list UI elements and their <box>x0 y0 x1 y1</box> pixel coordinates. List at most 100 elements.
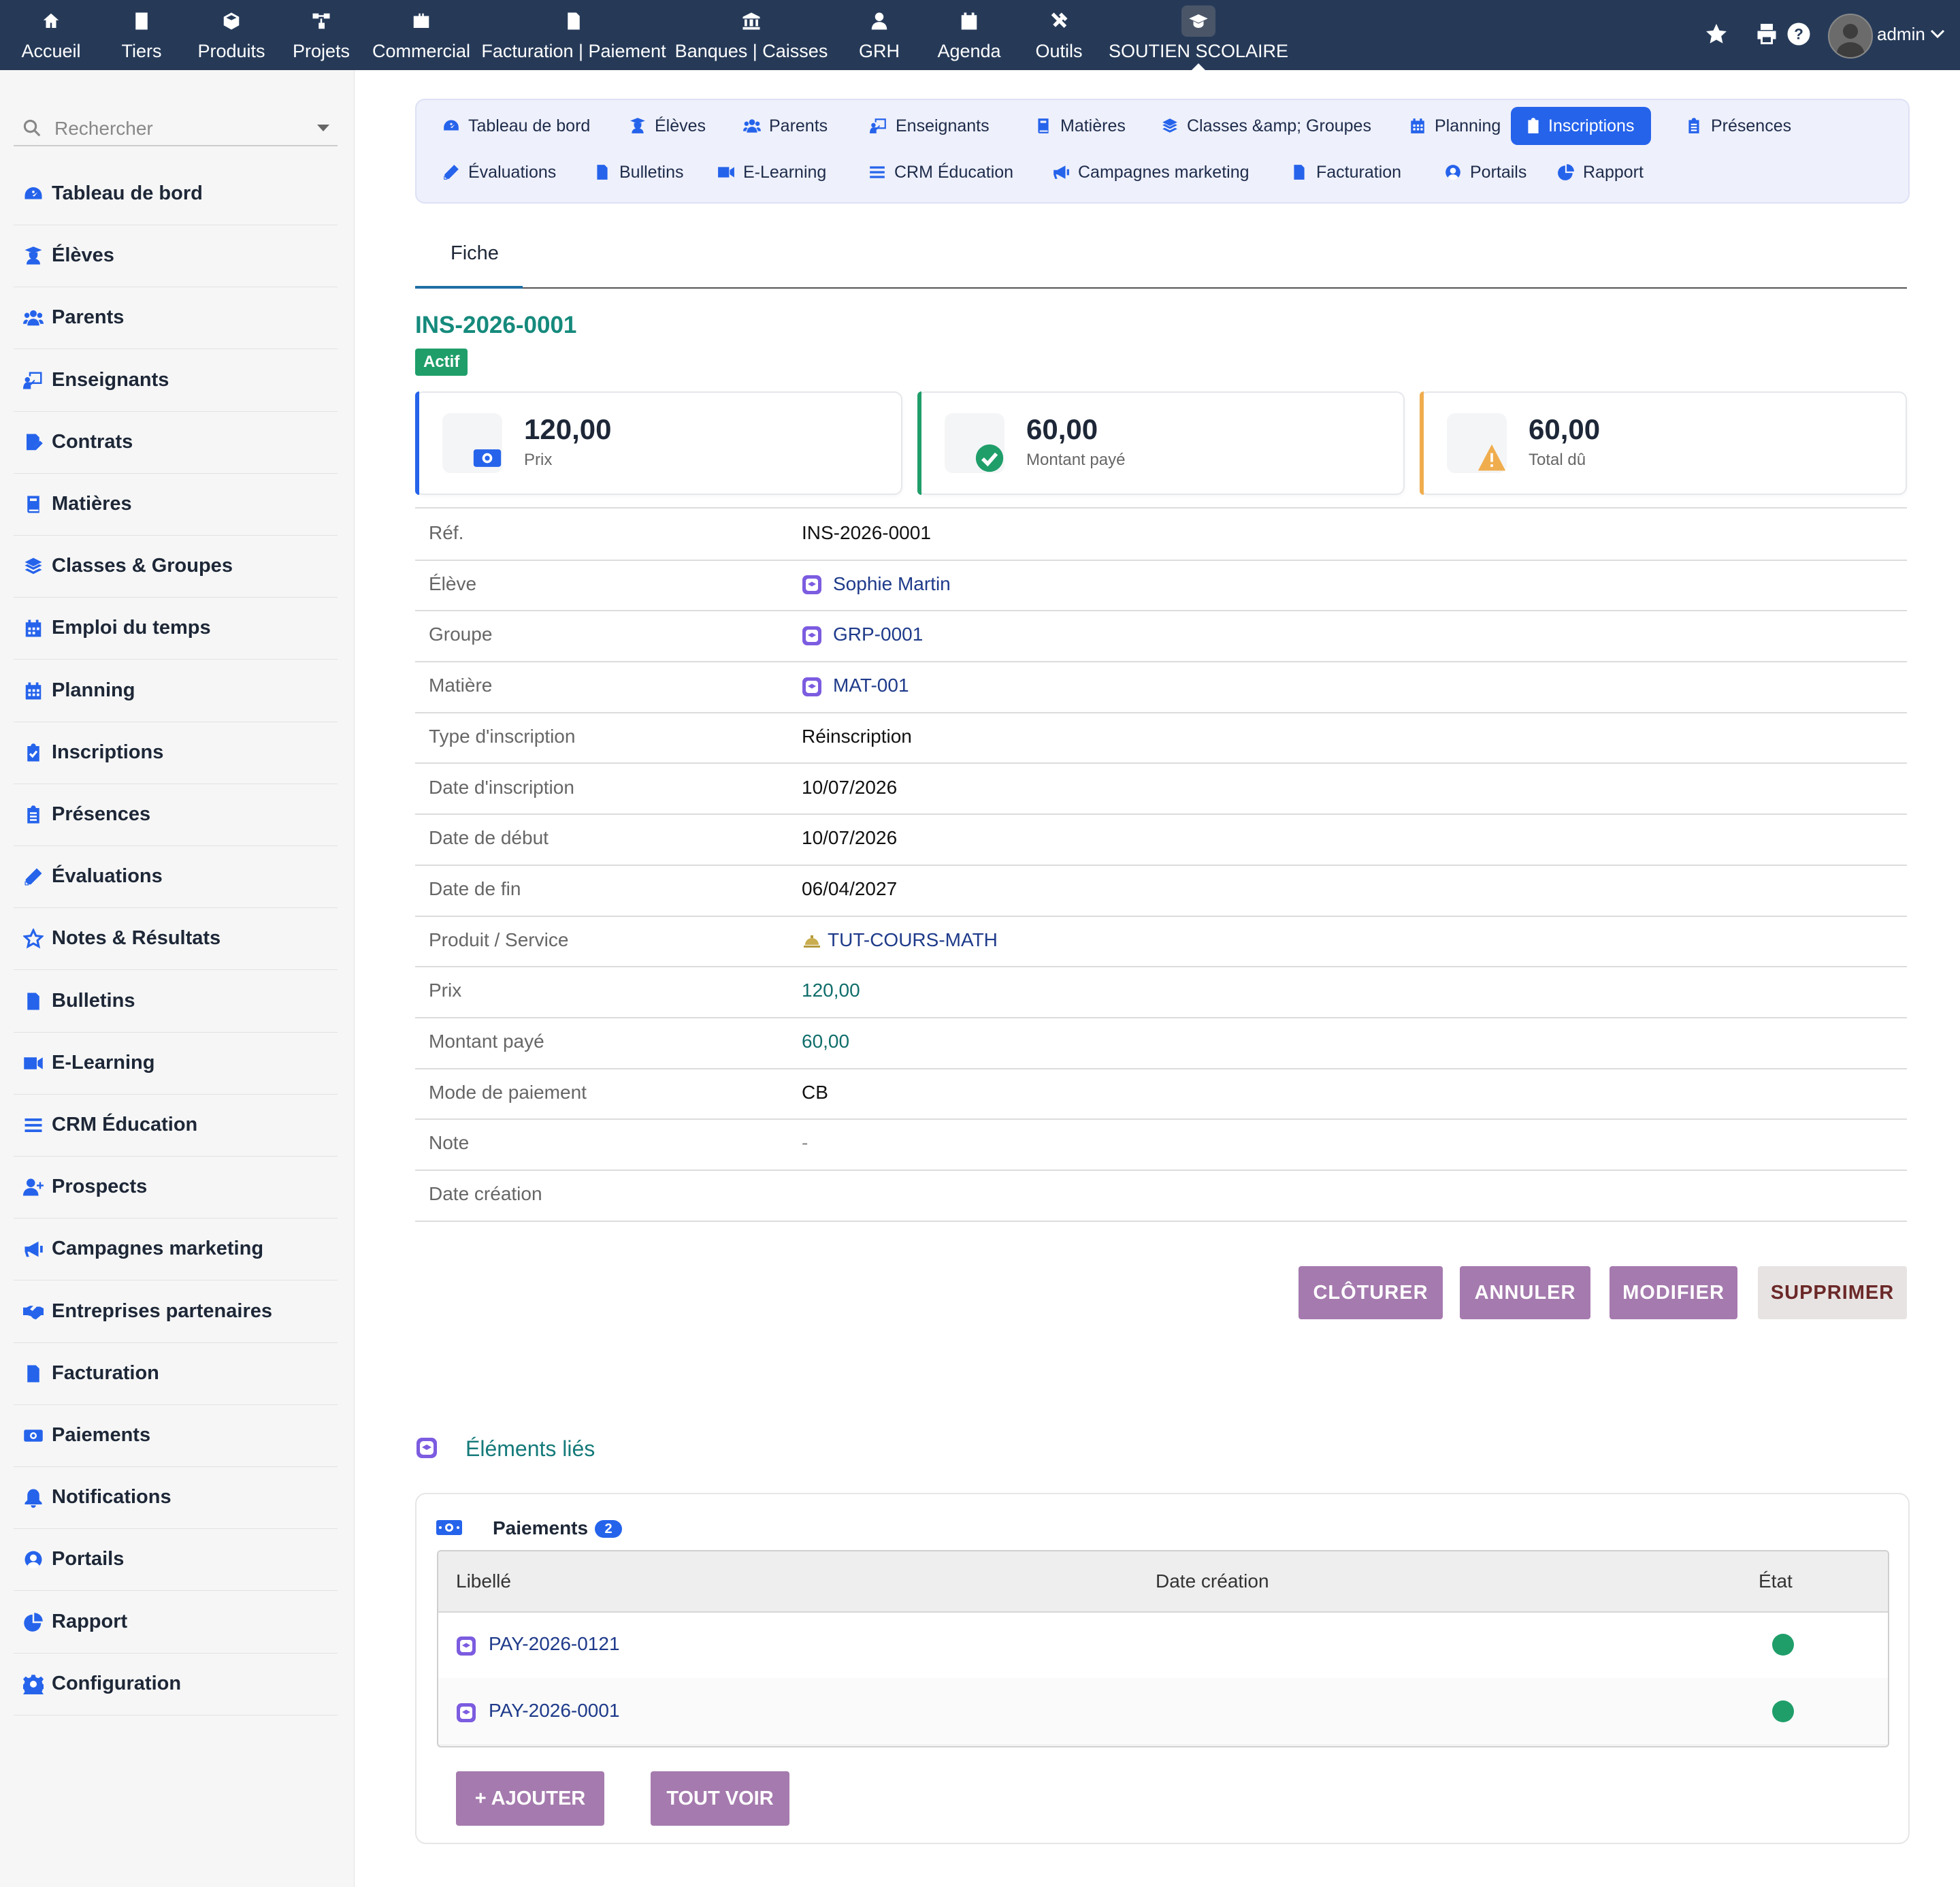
dashboard-icon <box>442 117 460 135</box>
detail-value-text: CB <box>802 1081 828 1103</box>
delete-button[interactable]: SUPPRIMER <box>1758 1266 1907 1319</box>
pencil-icon <box>23 867 44 887</box>
payment-ref-link[interactable]: PAY-2026-0121 <box>489 1633 620 1655</box>
user-avatar[interactable] <box>1828 14 1873 59</box>
detail-value[interactable]: MAT-001 <box>802 675 909 697</box>
detail-value: 06/04/2027 <box>802 878 897 900</box>
sidebar-item[interactable]: Emploi du temps <box>14 598 338 660</box>
sidebar-item[interactable]: Enseignants <box>14 350 338 412</box>
detail-key: Date de fin <box>429 877 521 899</box>
clipboard-check-icon <box>23 743 44 763</box>
detail-key: Type d'inscription <box>429 725 576 747</box>
search-box[interactable]: Rechercher <box>14 111 338 146</box>
table-row[interactable]: PAY-2026-0121 <box>438 1611 1888 1679</box>
book-icon <box>23 494 44 515</box>
detail-row: Réf. INS-2026-0001 <box>415 509 1907 561</box>
sidebar-item[interactable]: CRM Éducation <box>14 1095 338 1157</box>
service-bell-icon <box>802 931 822 951</box>
detail-value[interactable]: GRP-0001 <box>802 624 923 646</box>
detail-row: Type d'inscription Réinscription <box>415 712 1907 764</box>
detail-value-text: 10/07/2026 <box>802 827 898 849</box>
sidebar-item[interactable]: E-Learning <box>14 1033 338 1095</box>
list-icon <box>23 1115 44 1135</box>
sidebar-item[interactable]: Présences <box>14 784 338 846</box>
sidebar-item[interactable]: Portails <box>14 1529 338 1592</box>
stat-card: 120,00 Prix <box>415 391 902 495</box>
sidebar-item[interactable]: Classes & Groupes <box>14 536 338 598</box>
sidebar-item[interactable]: Élèves <box>14 225 338 288</box>
subnav-label: Bulletins <box>619 163 684 182</box>
view-all-button[interactable]: TOUT VOIR <box>651 1771 789 1826</box>
dropdown-caret-icon[interactable] <box>317 125 329 131</box>
sidebar-item-label: Contrats <box>52 430 133 453</box>
column-header-state[interactable]: État <box>1759 1570 1793 1592</box>
sidebar-item[interactable]: Entreprises partenaires <box>14 1281 338 1343</box>
chevron-down-icon[interactable] <box>1930 29 1945 39</box>
detail-value-text: 10/07/2026 <box>802 776 898 798</box>
payment-ref-link[interactable]: PAY-2026-0001 <box>489 1700 620 1722</box>
cancel-button[interactable]: ANNULER <box>1460 1266 1590 1319</box>
sidebar-item[interactable]: Évaluations <box>14 846 338 909</box>
detail-row: Matière MAT-001 <box>415 661 1907 713</box>
sidebar-item[interactable]: Inscriptions <box>14 722 338 784</box>
subnav-item[interactable]: Inscriptions <box>1511 107 1651 145</box>
sidebar-item[interactable]: Matières <box>14 474 338 536</box>
detail-value-text: 06/04/2027 <box>802 877 898 899</box>
detail-value[interactable]: TUT-COURS-MATH <box>802 929 998 952</box>
column-header-date[interactable]: Date création <box>1156 1570 1269 1592</box>
object-link-icon <box>802 575 822 595</box>
subnav-label: E-Learning <box>743 163 827 182</box>
gear-icon <box>21 1674 46 1699</box>
sidebar-item[interactable]: Notes & Résultats <box>14 908 338 971</box>
close-button[interactable]: CLÔTURER <box>1298 1266 1443 1319</box>
help-icon[interactable]: ? <box>1786 22 1811 46</box>
star-icon[interactable] <box>1704 22 1729 46</box>
sidebar-item[interactable]: Rapport <box>14 1592 338 1654</box>
username[interactable]: admin <box>1877 24 1925 45</box>
graduation-cap-icon <box>1188 11 1209 31</box>
detail-row: Élève Sophie Martin <box>415 560 1907 612</box>
subnav-label: CRM Éducation <box>894 163 1014 182</box>
detail-value-text: GRP-0001 <box>833 624 924 645</box>
detail-value-text: Sophie Martin <box>833 572 951 594</box>
sidebar-item[interactable]: Tableau de bord <box>14 163 338 225</box>
sidebar-item[interactable]: Notifications <box>14 1467 338 1530</box>
sidebar-item[interactable]: Prospects <box>14 1157 338 1219</box>
sidebar-item[interactable]: Parents <box>14 287 338 350</box>
sidebar-item[interactable]: Paiements <box>14 1405 338 1467</box>
sidebar-item-label: Emploi du temps <box>52 617 211 639</box>
book-icon <box>1034 117 1052 135</box>
detail-key: Élève <box>429 572 477 594</box>
edit-button[interactable]: MODIFIER <box>1610 1266 1737 1319</box>
sidebar-item[interactable]: Contrats <box>14 412 338 474</box>
detail-row: Date création <box>415 1170 1907 1222</box>
column-header-label[interactable]: Libellé <box>456 1570 511 1592</box>
tab-bar: Fiche <box>415 231 1907 289</box>
sitemap-icon <box>311 11 331 31</box>
topnav-label: Facturation | Paiement <box>481 41 666 61</box>
card-icon-box <box>442 413 502 473</box>
sidebar-item-label: Matières <box>52 493 132 515</box>
check-circle-icon <box>960 428 1004 472</box>
subnav-label: Facturation <box>1316 163 1402 182</box>
sidebar-item[interactable]: Planning <box>14 660 338 722</box>
detail-row: Date d'inscription 10/07/2026 <box>415 763 1907 816</box>
card-value: 60,00 <box>1026 413 1098 445</box>
table-row[interactable]: PAY-2026-0001 <box>438 1678 1888 1745</box>
sidebar-item[interactable]: Campagnes marketing <box>14 1219 338 1281</box>
video-icon <box>717 163 735 181</box>
card-accent <box>1420 391 1424 495</box>
sidebar-item[interactable]: Configuration <box>14 1654 338 1715</box>
add-payment-button[interactable]: + AJOUTER <box>456 1771 604 1826</box>
sidebar-item[interactable]: Facturation <box>14 1343 338 1405</box>
sidebar-item[interactable]: Bulletins <box>14 971 338 1033</box>
subnav-label: Inscriptions <box>1548 116 1635 135</box>
tab-fiche[interactable]: Fiche <box>415 231 523 289</box>
printer-icon[interactable] <box>1754 22 1779 46</box>
detail-key: Mode de paiement <box>429 1081 587 1103</box>
briefcase-icon <box>411 11 431 31</box>
detail-value[interactable]: Sophie Martin <box>802 573 951 596</box>
object-link-icon <box>802 677 822 697</box>
user-plus-icon <box>23 1177 44 1197</box>
invoice-icon <box>1290 163 1308 181</box>
